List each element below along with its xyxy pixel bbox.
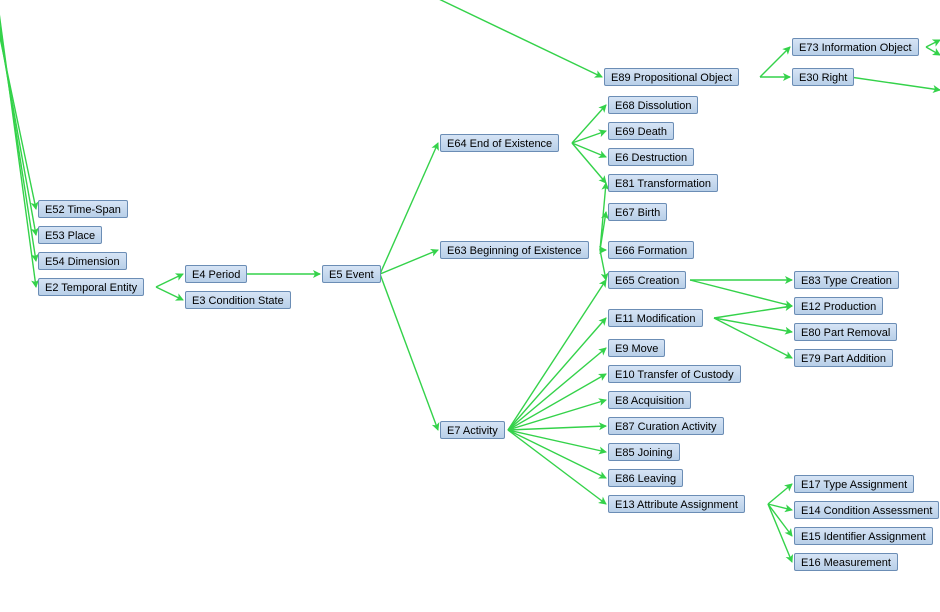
node-e79[interactable]: E79 Part Addition [794, 349, 893, 367]
node-e11[interactable]: E11 Modification [608, 309, 703, 327]
node-e3[interactable]: E3 Condition State [185, 291, 291, 309]
node-e65[interactable]: E65 Creation [608, 271, 686, 289]
node-e5[interactable]: E5 Event [322, 265, 381, 283]
node-e68[interactable]: E68 Dissolution [608, 96, 698, 114]
node-e16[interactable]: E16 Measurement [794, 553, 898, 571]
node-e80[interactable]: E80 Part Removal [794, 323, 897, 341]
node-e73[interactable]: E73 Information Object [792, 38, 919, 56]
node-e89[interactable]: E89 Propositional Object [604, 68, 739, 86]
node-e86[interactable]: E86 Leaving [608, 469, 683, 487]
node-e10[interactable]: E10 Transfer of Custody [608, 365, 741, 383]
node-e63[interactable]: E63 Beginning of Existence [440, 241, 589, 259]
node-e54[interactable]: E54 Dimension [38, 252, 127, 270]
node-e4[interactable]: E4 Period [185, 265, 247, 283]
node-e30[interactable]: E30 Right [792, 68, 854, 86]
node-e17[interactable]: E17 Type Assignment [794, 475, 914, 493]
node-e7[interactable]: E7 Activity [440, 421, 505, 439]
node-e13[interactable]: E13 Attribute Assignment [608, 495, 745, 513]
node-e9[interactable]: E9 Move [608, 339, 665, 357]
node-e64[interactable]: E64 End of Existence [440, 134, 559, 152]
node-e85[interactable]: E85 Joining [608, 443, 680, 461]
node-e83[interactable]: E83 Type Creation [794, 271, 899, 289]
node-e69[interactable]: E69 Death [608, 122, 674, 140]
diagram-canvas: E52 Time-Span E53 Place E54 Dimension E2… [0, 0, 940, 612]
node-e81[interactable]: E81 Transformation [608, 174, 718, 192]
node-e6[interactable]: E6 Destruction [608, 148, 694, 166]
node-e87[interactable]: E87 Curation Activity [608, 417, 724, 435]
node-e52[interactable]: E52 Time-Span [38, 200, 128, 218]
node-e15[interactable]: E15 Identifier Assignment [794, 527, 933, 545]
node-e8[interactable]: E8 Acquisition [608, 391, 691, 409]
node-e12[interactable]: E12 Production [794, 297, 883, 315]
node-e67[interactable]: E67 Birth [608, 203, 667, 221]
node-e66[interactable]: E66 Formation [608, 241, 694, 259]
node-e2[interactable]: E2 Temporal Entity [38, 278, 144, 296]
node-e14[interactable]: E14 Condition Assessment [794, 501, 939, 519]
node-e53[interactable]: E53 Place [38, 226, 102, 244]
